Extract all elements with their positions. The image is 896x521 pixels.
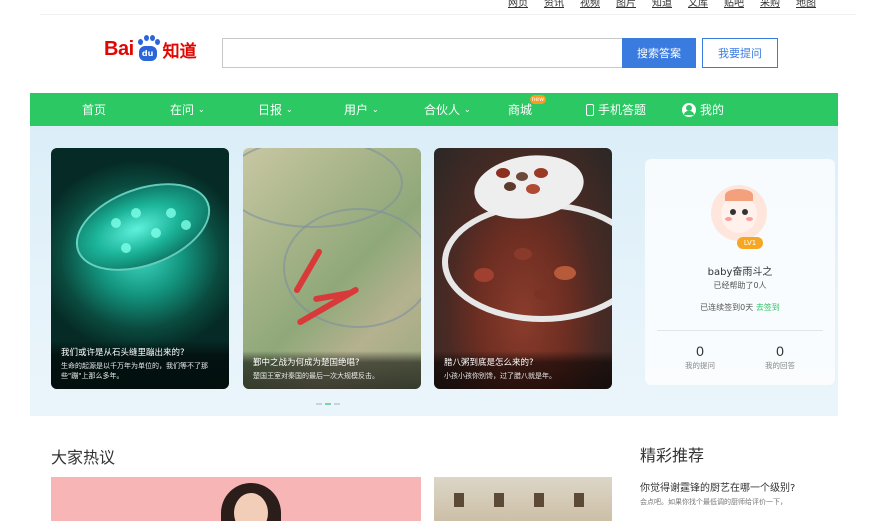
nav-ask-label: 在问 <box>170 103 195 117</box>
nav-mine[interactable]: 我的 <box>682 93 724 126</box>
top-nav-map[interactable]: 地图 <box>796 0 816 14</box>
hot-discussion-title: 大家热议 <box>51 448 116 467</box>
nav-partners[interactable]: 合伙人 ⌄ <box>424 93 471 126</box>
chevron-down-icon: ⌄ <box>198 105 205 114</box>
top-nav: 网页 资讯 视频 图片 知道 文库 贴吧 采购 地图 <box>508 0 816 14</box>
top-nav-web[interactable]: 网页 <box>508 0 528 14</box>
avatar[interactable] <box>711 185 767 241</box>
search-input[interactable] <box>223 39 622 67</box>
my-answers-stat[interactable]: 0 我的回答 <box>750 343 810 371</box>
hot-topic-thumbnail[interactable] <box>434 477 612 521</box>
card-description: 小孩小孩你别馋，过了腊八就是年。 <box>444 372 556 380</box>
nav-mobile-label: 手机答题 <box>598 103 647 117</box>
new-badge: new <box>529 95 547 104</box>
card-title: 我们或许是从石头缝里蹦出来的? <box>61 348 185 358</box>
divider <box>657 330 823 331</box>
search-answer-button[interactable]: 搜索答案 <box>622 38 696 68</box>
logo-zhidao-text: 知道 <box>162 41 197 62</box>
nav-daily[interactable]: 日报 ⌄ <box>258 93 293 126</box>
ask-question-button[interactable]: 我要提问 <box>702 38 778 68</box>
top-divider <box>40 14 856 15</box>
main-nav: 首页 在问 ⌄ 日报 ⌄ 用户 ⌄ 合伙人 ⌄ 商城 new 手机答题 我的 <box>30 93 838 126</box>
nav-daily-label: 日报 <box>258 103 283 117</box>
my-questions-stat[interactable]: 0 我的提问 <box>670 343 730 371</box>
featured-card[interactable]: 我们或许是从石头缝里蹦出来的? 生命的起源是以千万年为单位的，我们等不了那些"蹦… <box>51 148 229 389</box>
logo-bai-text: Bai <box>104 37 134 60</box>
answers-label: 我的回答 <box>765 361 795 370</box>
nav-partners-label: 合伙人 <box>424 103 461 117</box>
search-box <box>222 38 622 68</box>
nav-users[interactable]: 用户 ⌄ <box>344 93 379 126</box>
top-nav-wenku[interactable]: 文库 <box>688 0 708 14</box>
carousel-dot[interactable] <box>316 403 322 405</box>
card-description: 生命的起源是以千万年为单位的，我们等不了那些"蹦"上那么多年。 <box>61 362 208 380</box>
nav-home[interactable]: 首页 <box>82 93 106 126</box>
chevron-down-icon: ⌄ <box>464 105 471 114</box>
answers-count: 0 <box>776 343 784 359</box>
nav-home-label: 首页 <box>82 103 107 117</box>
user-profile-card: LV1 baby奋雨斗之 已经帮助了0人 已连续签到0天 去签到 0 我的提问 … <box>645 159 835 385</box>
level-badge: LV1 <box>737 237 763 249</box>
logo-du-text: du <box>138 46 157 61</box>
carousel-indicator <box>316 403 340 405</box>
top-nav-images[interactable]: 图片 <box>616 0 636 14</box>
recommended-title: 精彩推荐 <box>640 446 705 465</box>
questions-count: 0 <box>696 343 704 359</box>
top-nav-video[interactable]: 视频 <box>580 0 600 14</box>
streak-text: 已连续签到0天 <box>700 303 754 312</box>
carousel-dot[interactable] <box>325 403 331 405</box>
user-icon <box>682 102 696 117</box>
top-nav-zhidao[interactable]: 知道 <box>652 0 672 14</box>
nav-mall-label: 商城 <box>508 103 533 117</box>
checkin-link[interactable]: 去签到 <box>756 303 780 312</box>
paw-icon: du <box>136 35 160 63</box>
phone-icon <box>586 103 594 116</box>
top-nav-news[interactable]: 资讯 <box>544 0 564 14</box>
username[interactable]: baby奋雨斗之 <box>645 263 835 278</box>
nav-users-label: 用户 <box>344 103 369 117</box>
carousel-dot[interactable] <box>334 403 340 405</box>
recommended-question[interactable]: 你觉得谢霆锋的厨艺在哪一个级别? <box>640 479 795 494</box>
card-description: 楚国王室对秦国的最后一次大规模反击。 <box>253 372 379 380</box>
baidu-zhidao-logo[interactable]: Bai du 知道 <box>104 31 197 67</box>
featured-card[interactable]: 腊八粥到底是怎么来的? 小孩小孩你别馋，过了腊八就是年。 <box>434 148 612 389</box>
hot-topic-thumbnail[interactable] <box>51 477 421 521</box>
helped-count-text: 已经帮助了0人 <box>713 281 767 290</box>
nav-mobile-answer[interactable]: 手机答题 <box>586 93 646 126</box>
card-title: 鄞中之战为何成为楚国绝唱? <box>253 358 360 368</box>
questions-label: 我的提问 <box>685 361 715 370</box>
nav-mall[interactable]: 商城 new <box>508 93 547 126</box>
nav-mine-label: 我的 <box>700 103 725 117</box>
nav-ask[interactable]: 在问 ⌄ <box>170 93 205 126</box>
chevron-down-icon: ⌄ <box>286 105 293 114</box>
checkin-streak: 已连续签到0天 去签到 <box>645 302 835 313</box>
top-nav-tieba[interactable]: 贴吧 <box>724 0 744 14</box>
top-nav-purchase[interactable]: 采购 <box>760 0 780 14</box>
chevron-down-icon: ⌄ <box>372 105 379 114</box>
recommended-answer-preview: 会点吧。如果你找个最低调的厨师给评价一下， <box>640 498 787 506</box>
card-title: 腊八粥到底是怎么来的? <box>444 358 534 368</box>
featured-card[interactable]: 鄞中之战为何成为楚国绝唱? 楚国王室对秦国的最后一次大规模反击。 <box>243 148 421 389</box>
